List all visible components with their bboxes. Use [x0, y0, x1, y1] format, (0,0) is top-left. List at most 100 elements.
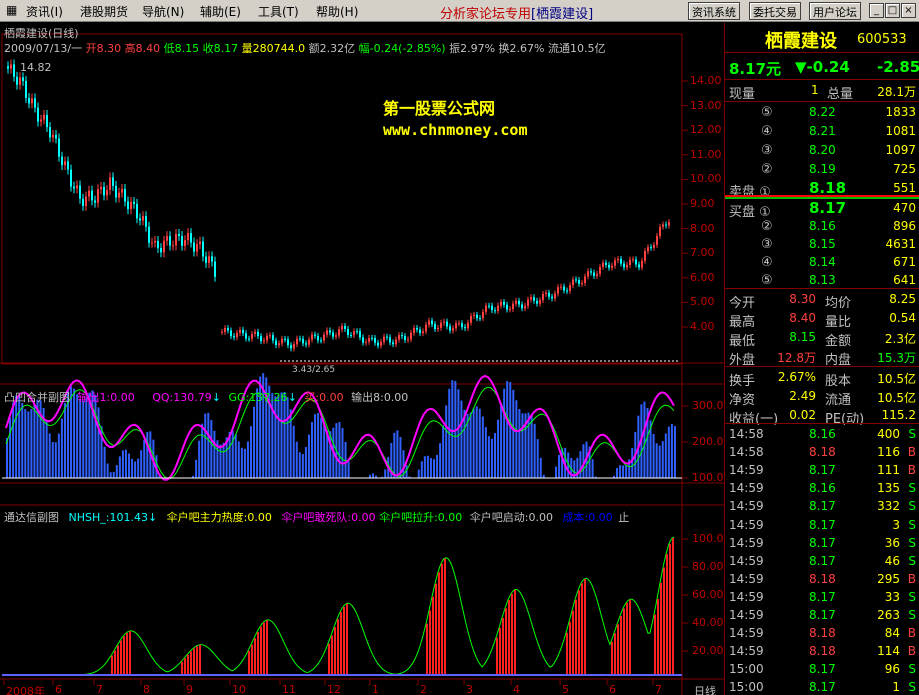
- buy-price: 8.15: [809, 237, 836, 251]
- buy-level-row: 买盘 ① 8.17 470: [725, 199, 919, 220]
- buy-level: ⑤: [761, 273, 773, 288]
- period-label[interactable]: 日线: [694, 683, 716, 695]
- buy-level: ②: [761, 219, 773, 234]
- menu-tools[interactable]: 工具(T): [258, 3, 299, 20]
- sell-price: 8.19: [809, 162, 836, 176]
- tick-time: 14:59: [729, 481, 764, 496]
- sub2-tick-label: 80.00: [692, 560, 724, 573]
- app-menu-icon[interactable]: ▦: [6, 3, 17, 17]
- stat-row: 最高 8.40 量比 0.54: [725, 309, 919, 330]
- chart-canvas[interactable]: [0, 23, 724, 695]
- menu-help[interactable]: 帮助(H): [316, 3, 358, 20]
- tick-price: 8.17: [809, 499, 836, 514]
- tick-row: 14:59 8.18 295 B: [725, 570, 919, 589]
- tick-time: 14:59: [729, 644, 764, 659]
- sell-price: 8.21: [809, 124, 836, 138]
- menu-navigate[interactable]: 导航(N): [142, 3, 184, 20]
- sell-level-row: ② 8.19 725: [725, 160, 919, 179]
- tick-side: B: [907, 571, 916, 586]
- tick-side: B: [907, 644, 916, 659]
- tick-volume: 96: [884, 662, 900, 677]
- tick-time: 14:59: [729, 517, 764, 532]
- price-tick-label: 12.00: [690, 123, 722, 137]
- sub1-tick-label: 300.0: [692, 399, 724, 412]
- tick-time: 14:59: [729, 463, 764, 478]
- stat-value: 10.5亿: [877, 391, 916, 405]
- trade-button[interactable]: 委托交易: [749, 2, 801, 20]
- stock-name-row: 栖霞建设 600533: [725, 27, 919, 52]
- sell-level-row: ④ 8.21 1081: [725, 122, 919, 141]
- tick-price: 8.17: [809, 553, 836, 568]
- menu-assist[interactable]: 辅助(E): [200, 3, 241, 20]
- menu-info[interactable]: 资讯(I): [26, 3, 63, 20]
- buy-volume: 4631: [885, 237, 916, 251]
- price-row: 8.17元 ▼-0.24 -2.85: [725, 56, 919, 78]
- sub1-header: 凸凹合并副图 输出1:0.00 QQ:130.79↓ GG:157.26↓ 买:…: [4, 391, 409, 404]
- buy-price: 8.14: [809, 255, 836, 269]
- tick-side: S: [908, 553, 916, 568]
- stat-value: 115.2: [881, 408, 916, 422]
- minimize-button[interactable]: _: [869, 3, 884, 18]
- tick-time: 14:59: [729, 608, 764, 622]
- stat-value: 12.8万: [777, 351, 816, 365]
- price-tick-label: 14.00: [690, 74, 722, 87]
- maximize-button[interactable]: □: [885, 3, 900, 18]
- price-tick-label: 9.00: [690, 197, 715, 210]
- sell-level-row: ③ 8.20 1097: [725, 141, 919, 160]
- sell-level-row: ⑤ 8.22 1833: [725, 103, 919, 122]
- tick-side: B: [907, 626, 916, 641]
- tick-price: 8.16: [809, 481, 836, 496]
- tick-row: 15:00 8.17 1 S: [725, 678, 919, 695]
- buy-volume: 671: [893, 255, 916, 269]
- price-tick-label: 13.00: [690, 98, 722, 112]
- close-button[interactable]: ×: [901, 3, 916, 18]
- tick-time: 14:59: [729, 553, 764, 568]
- sub2-series: [2, 536, 682, 676]
- stat-value: 8.30: [789, 292, 816, 306]
- tick-side: B: [907, 463, 916, 478]
- buy-level: ④: [761, 255, 773, 270]
- x-axis-label: 8: [143, 683, 150, 695]
- info-system-button[interactable]: 资讯系统: [688, 2, 740, 20]
- stat-value: 15.3万: [877, 351, 916, 365]
- chart-area[interactable]: 栖霞建设(日线) 2009/07/13/一 开8.30 高8.40 低8.15 …: [0, 23, 724, 695]
- high-price-label: 14.82: [20, 61, 52, 74]
- sub2-tick-label: 60.00: [692, 588, 724, 601]
- tick-row: 14:59 8.17 111 B: [725, 461, 919, 480]
- buy-price: 8.17: [809, 199, 847, 217]
- tick-price: 8.17: [809, 463, 836, 478]
- stat-value: 0.54: [889, 311, 916, 325]
- x-axis-label: 1: [372, 683, 379, 695]
- tick-volume: 36: [884, 535, 900, 550]
- tick-price: 8.17: [809, 517, 836, 532]
- price-tick-label: 11.00: [690, 147, 722, 161]
- tick-volume: 84: [884, 626, 900, 641]
- watermark-url: www.chnmoney.com: [383, 121, 528, 139]
- headline: 分析家论坛专用[栖霞建设]: [440, 7, 594, 22]
- watermark-title: 第一股票公式网: [383, 99, 496, 118]
- tick-volume: 400: [877, 427, 900, 441]
- tick-price: 8.17: [809, 608, 836, 622]
- forum-button[interactable]: 用户论坛: [809, 2, 861, 20]
- chart-ohlc-line: 2009/07/13/一 开8.30 高8.40 低8.15 收8.17 量28…: [4, 42, 606, 55]
- stat-value: 2.3亿: [884, 332, 916, 346]
- tick-row: 14:59 8.18 114 B: [725, 642, 919, 661]
- stat-row: 今开 8.30 均价 8.25: [725, 290, 919, 311]
- menu-hk-futures[interactable]: 港股期货: [80, 3, 128, 20]
- tick-volume: 263: [877, 608, 900, 622]
- sell-volume: 1833: [885, 105, 916, 119]
- price-tick-label: 7.00: [690, 246, 715, 260]
- tick-volume: 295: [877, 571, 900, 586]
- sell-volume: 551: [893, 181, 916, 195]
- x-axis-label: 10: [232, 683, 246, 695]
- x-axis-label: 12: [327, 683, 341, 695]
- tick-volume: 3: [892, 517, 900, 532]
- tick-time: 14:59: [729, 499, 764, 514]
- tick-price: 8.18: [809, 445, 836, 460]
- tick-side: S: [908, 427, 916, 441]
- buy-level: ③: [761, 237, 773, 252]
- tick-volume: 332: [877, 499, 900, 514]
- stat-value: 8.15: [789, 330, 816, 344]
- quote-panel: 栖霞建设 600533 8.17元 ▼-0.24 -2.85 现量 1 总量 2…: [724, 23, 919, 695]
- x-axis-label: 9: [186, 683, 193, 695]
